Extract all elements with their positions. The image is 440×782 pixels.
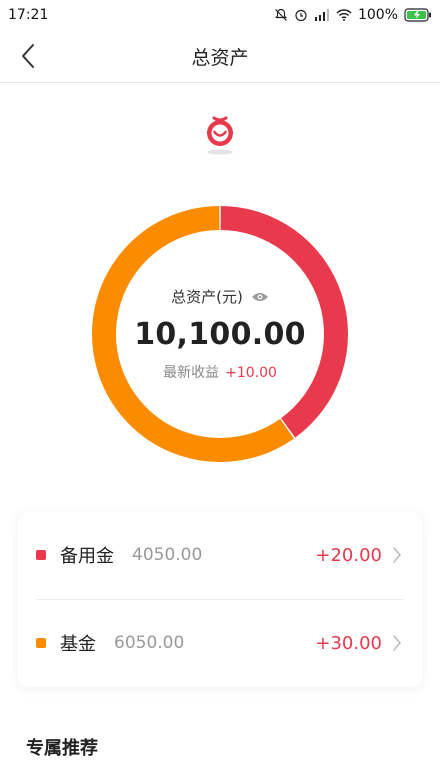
fund-color-dot xyxy=(36,638,46,648)
asset-row-reserve[interactable]: 备用金 4050.00 +20.00 xyxy=(18,512,422,598)
latest-income-row: 最新收益 +10.00 xyxy=(163,362,277,382)
status-bar: 17:21 100% xyxy=(0,0,440,30)
donut-center: 总资产(元) 10,100.00 最新收益 +10.00 xyxy=(90,204,350,464)
status-icons: 100% xyxy=(274,7,432,23)
status-time: 17:21 xyxy=(8,7,49,23)
mascot-logo-icon xyxy=(207,116,233,155)
asset-name: 基金 xyxy=(60,634,96,655)
signal-icon xyxy=(314,9,329,21)
chevron-right-icon xyxy=(392,634,402,652)
latest-income-label: 最新收益 xyxy=(163,365,220,381)
asset-breakdown-card: 备用金 4050.00 +20.00 基金 6050.00 +30.00 xyxy=(18,512,422,687)
page-title: 总资产 xyxy=(191,46,249,69)
asset-gain: +30.00 xyxy=(315,632,382,654)
battery-charging-icon xyxy=(404,8,431,22)
recommend-section-title: 专属推荐 xyxy=(26,738,98,759)
battery-text: 100% xyxy=(357,7,398,23)
reserve-color-dot xyxy=(36,550,46,560)
asset-row-fund[interactable]: 基金 6050.00 +30.00 xyxy=(18,600,422,686)
total-label: 总资产(元) xyxy=(171,288,243,306)
latest-income-value: +10.00 xyxy=(225,365,277,381)
asset-name: 备用金 xyxy=(60,546,114,567)
nav-bar: 总资产 xyxy=(0,30,440,83)
back-button[interactable] xyxy=(12,40,44,72)
eye-icon[interactable] xyxy=(251,291,269,303)
asset-donut-chart: 总资产(元) 10,100.00 最新收益 +10.00 xyxy=(90,204,350,464)
asset-gain: +20.00 xyxy=(315,544,382,566)
chevron-right-icon xyxy=(392,546,402,564)
asset-amount: 4050.00 xyxy=(132,545,203,565)
wifi-icon xyxy=(336,9,352,21)
chevron-left-icon xyxy=(22,44,34,68)
asset-amount: 6050.00 xyxy=(114,633,185,653)
total-value: 10,100.00 xyxy=(134,317,306,352)
alarm-icon xyxy=(295,9,307,22)
total-label-row: 总资产(元) xyxy=(171,286,269,307)
mute-bell-icon xyxy=(275,8,287,21)
